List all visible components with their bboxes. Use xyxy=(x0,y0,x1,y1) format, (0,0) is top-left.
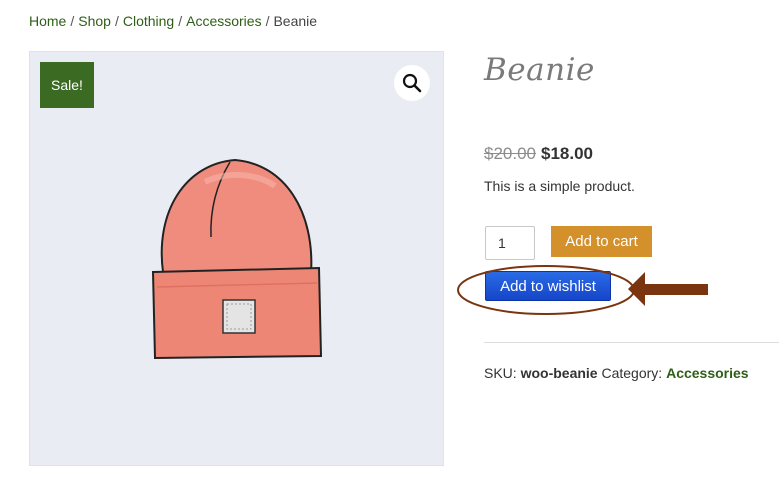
magnifier-icon[interactable] xyxy=(394,65,430,101)
sale-badge: Sale! xyxy=(40,62,94,108)
product-title: Beanie xyxy=(484,52,595,88)
category-label: Category: xyxy=(601,365,663,381)
arrow-left-icon xyxy=(628,272,708,306)
breadcrumb-separator: / xyxy=(114,13,119,29)
breadcrumb: Home / Shop / Clothing / Accessories / Beanie xyxy=(29,13,317,29)
breadcrumb-current: Beanie xyxy=(273,13,318,29)
breadcrumb-clothing[interactable]: Clothing xyxy=(123,13,174,29)
price-original: $20.00 xyxy=(484,144,536,163)
beanie-image xyxy=(151,158,323,360)
breadcrumb-accessories[interactable]: Accessories xyxy=(186,13,261,29)
product-meta: SKU: woo-beanie Category: Accessories xyxy=(484,365,749,381)
product-price: $20.00 $18.00 xyxy=(484,144,593,164)
breadcrumb-separator: / xyxy=(265,13,270,29)
breadcrumb-shop[interactable]: Shop xyxy=(78,13,111,29)
breadcrumb-separator: / xyxy=(178,13,183,29)
breadcrumb-separator: / xyxy=(70,13,75,29)
divider xyxy=(484,342,779,343)
product-short-description: This is a simple product. xyxy=(484,178,635,194)
category-link[interactable]: Accessories xyxy=(666,365,749,381)
breadcrumb-home[interactable]: Home xyxy=(29,13,66,29)
quantity-input[interactable] xyxy=(485,226,535,260)
price-sale: $18.00 xyxy=(541,144,593,163)
product-gallery[interactable]: Sale! xyxy=(29,51,444,466)
annotation-highlight xyxy=(457,265,708,315)
add-to-cart-button[interactable]: Add to cart xyxy=(551,226,652,257)
sku-value: woo-beanie xyxy=(520,365,598,381)
sku-label: SKU: xyxy=(484,365,517,381)
